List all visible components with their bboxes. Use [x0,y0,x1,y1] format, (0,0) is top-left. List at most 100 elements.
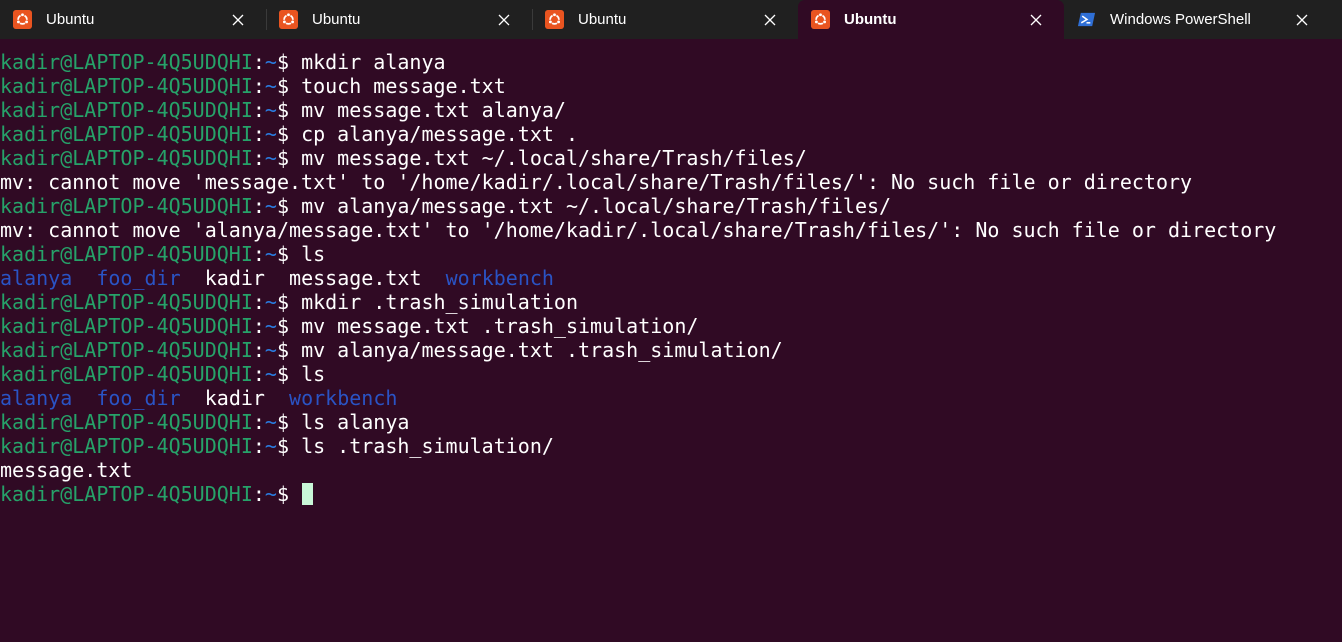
command-text: mv message.txt alanya/ [301,98,566,122]
command-text: ls [301,362,326,386]
close-tab-button[interactable] [759,9,781,31]
close-icon [764,14,776,25]
close-tab-button[interactable] [227,9,249,31]
prompt-user-host: kadir@LAPTOP-4Q5UDQHI [0,434,253,458]
command-text: touch message.txt [301,74,506,98]
prompt-path: ~ [264,338,277,362]
prompt-user-host: kadir@LAPTOP-4Q5UDQHI [0,338,253,362]
prompt-symbol: $ [276,122,302,146]
file-entry: kadir [204,386,265,410]
prompt-colon: : [252,146,265,170]
output-text: mv: cannot move 'alanya/message.txt' to … [0,218,1277,242]
command-text: ls .trash_simulation/ [301,434,554,458]
prompt-colon: : [252,338,265,362]
output-text: message.txt [0,458,133,482]
ls-output-line: alanya foo_dir kadir message.txt workben… [0,266,1342,290]
prompt-symbol: $ [276,146,302,170]
command-text: mkdir alanya [301,50,446,74]
prompt-colon: : [252,410,265,434]
prompt-path: ~ [264,194,277,218]
tab-windows-powershell[interactable]: Windows PowerShell [1064,0,1330,39]
prompt-path: ~ [264,122,277,146]
close-tab-button[interactable] [1291,9,1313,31]
prompt-user-host: kadir@LAPTOP-4Q5UDQHI [0,122,253,146]
prompt-path: ~ [264,434,277,458]
command-text: ls [301,242,326,266]
prompt-line: kadir@LAPTOP-4Q5UDQHI:~$ mv message.txt … [0,98,1342,122]
prompt-colon: : [252,290,265,314]
output-line: mv: cannot move 'message.txt' to '/home/… [0,170,1342,194]
directory-entry: alanya [0,266,73,290]
prompt-symbol: $ [276,242,302,266]
prompt-colon: : [252,242,265,266]
prompt-path: ~ [264,146,277,170]
prompt-path: ~ [264,314,277,338]
output-text: mv: cannot move 'message.txt' to '/home/… [0,170,1193,194]
tab-ubuntu-4-active[interactable]: Ubuntu [798,0,1064,39]
tab-ubuntu-3[interactable]: Ubuntu [532,0,798,39]
prompt-symbol: $ [276,410,302,434]
close-icon [232,14,244,25]
tab-title: Ubuntu [578,11,627,28]
prompt-colon: : [252,434,265,458]
prompt-symbol: $ [276,314,302,338]
command-text: mv message.txt .trash_simulation/ [301,314,699,338]
prompt-path: ~ [264,50,277,74]
prompt-path: ~ [264,98,277,122]
prompt-symbol: $ [276,482,302,506]
prompt-user-host: kadir@LAPTOP-4Q5UDQHI [0,74,253,98]
directory-entry: workbench [445,266,554,290]
prompt-symbol: $ [276,74,302,98]
prompt-colon: : [252,314,265,338]
prompt-path: ~ [264,362,277,386]
directory-entry: workbench [289,386,398,410]
terminal-output[interactable]: kadir@LAPTOP-4Q5UDQHI:~$ mkdir alanya kad… [0,50,1342,642]
prompt-symbol: $ [276,434,302,458]
prompt-user-host: kadir@LAPTOP-4Q5UDQHI [0,50,253,74]
prompt-path: ~ [264,290,277,314]
command-text: cp alanya/message.txt . [301,122,579,146]
command-text: mv alanya/message.txt ~/.local/share/Tra… [301,194,892,218]
prompt-symbol: $ [276,290,302,314]
prompt-symbol: $ [276,50,302,74]
prompt-colon: : [252,50,265,74]
tab-ubuntu-1[interactable]: Ubuntu [0,0,266,39]
tab-title: Ubuntu [844,11,897,28]
prompt-line: kadir@LAPTOP-4Q5UDQHI:~$ mkdir .trash_si… [0,290,1342,314]
ubuntu-icon [279,10,298,29]
prompt-colon: : [252,482,265,506]
close-icon [1030,14,1042,25]
prompt-path: ~ [264,242,277,266]
ubuntu-icon [13,10,32,29]
prompt-user-host: kadir@LAPTOP-4Q5UDQHI [0,314,253,338]
directory-entry: alanya [0,386,73,410]
prompt-line: kadir@LAPTOP-4Q5UDQHI:~$ mv alanya/messa… [0,194,1342,218]
tab-title: Ubuntu [46,11,95,28]
command-text: ls alanya [301,410,410,434]
prompt-line: kadir@LAPTOP-4Q5UDQHI:~$ mv message.txt … [0,146,1342,170]
prompt-line: kadir@LAPTOP-4Q5UDQHI:~$ ls alanya [0,410,1342,434]
tab-ubuntu-2[interactable]: Ubuntu [266,0,532,39]
file-entry: kadir [204,266,265,290]
prompt-path: ~ [264,74,277,98]
prompt-colon: : [252,74,265,98]
directory-entry: foo_dir [96,266,181,290]
prompt-line: kadir@LAPTOP-4Q5UDQHI:~$ ls [0,362,1342,386]
tab-title: Windows PowerShell [1110,11,1251,28]
prompt-symbol: $ [276,362,302,386]
prompt-symbol: $ [276,338,302,362]
output-line: message.txt [0,458,1342,482]
prompt-line: kadir@LAPTOP-4Q5UDQHI:~$ mv message.txt … [0,314,1342,338]
prompt-line: kadir@LAPTOP-4Q5UDQHI:~$ touch message.t… [0,74,1342,98]
prompt-path: ~ [264,410,277,434]
command-text: mkdir .trash_simulation [301,290,579,314]
prompt-line: kadir@LAPTOP-4Q5UDQHI:~$ ls [0,242,1342,266]
prompt-colon: : [252,194,265,218]
close-tab-button[interactable] [1025,9,1047,31]
close-icon [1296,14,1308,25]
close-tab-button[interactable] [493,9,515,31]
tab-title: Ubuntu [312,11,361,28]
output-line: mv: cannot move 'alanya/message.txt' to … [0,218,1342,242]
prompt-symbol: $ [276,98,302,122]
powershell-icon [1077,12,1096,27]
